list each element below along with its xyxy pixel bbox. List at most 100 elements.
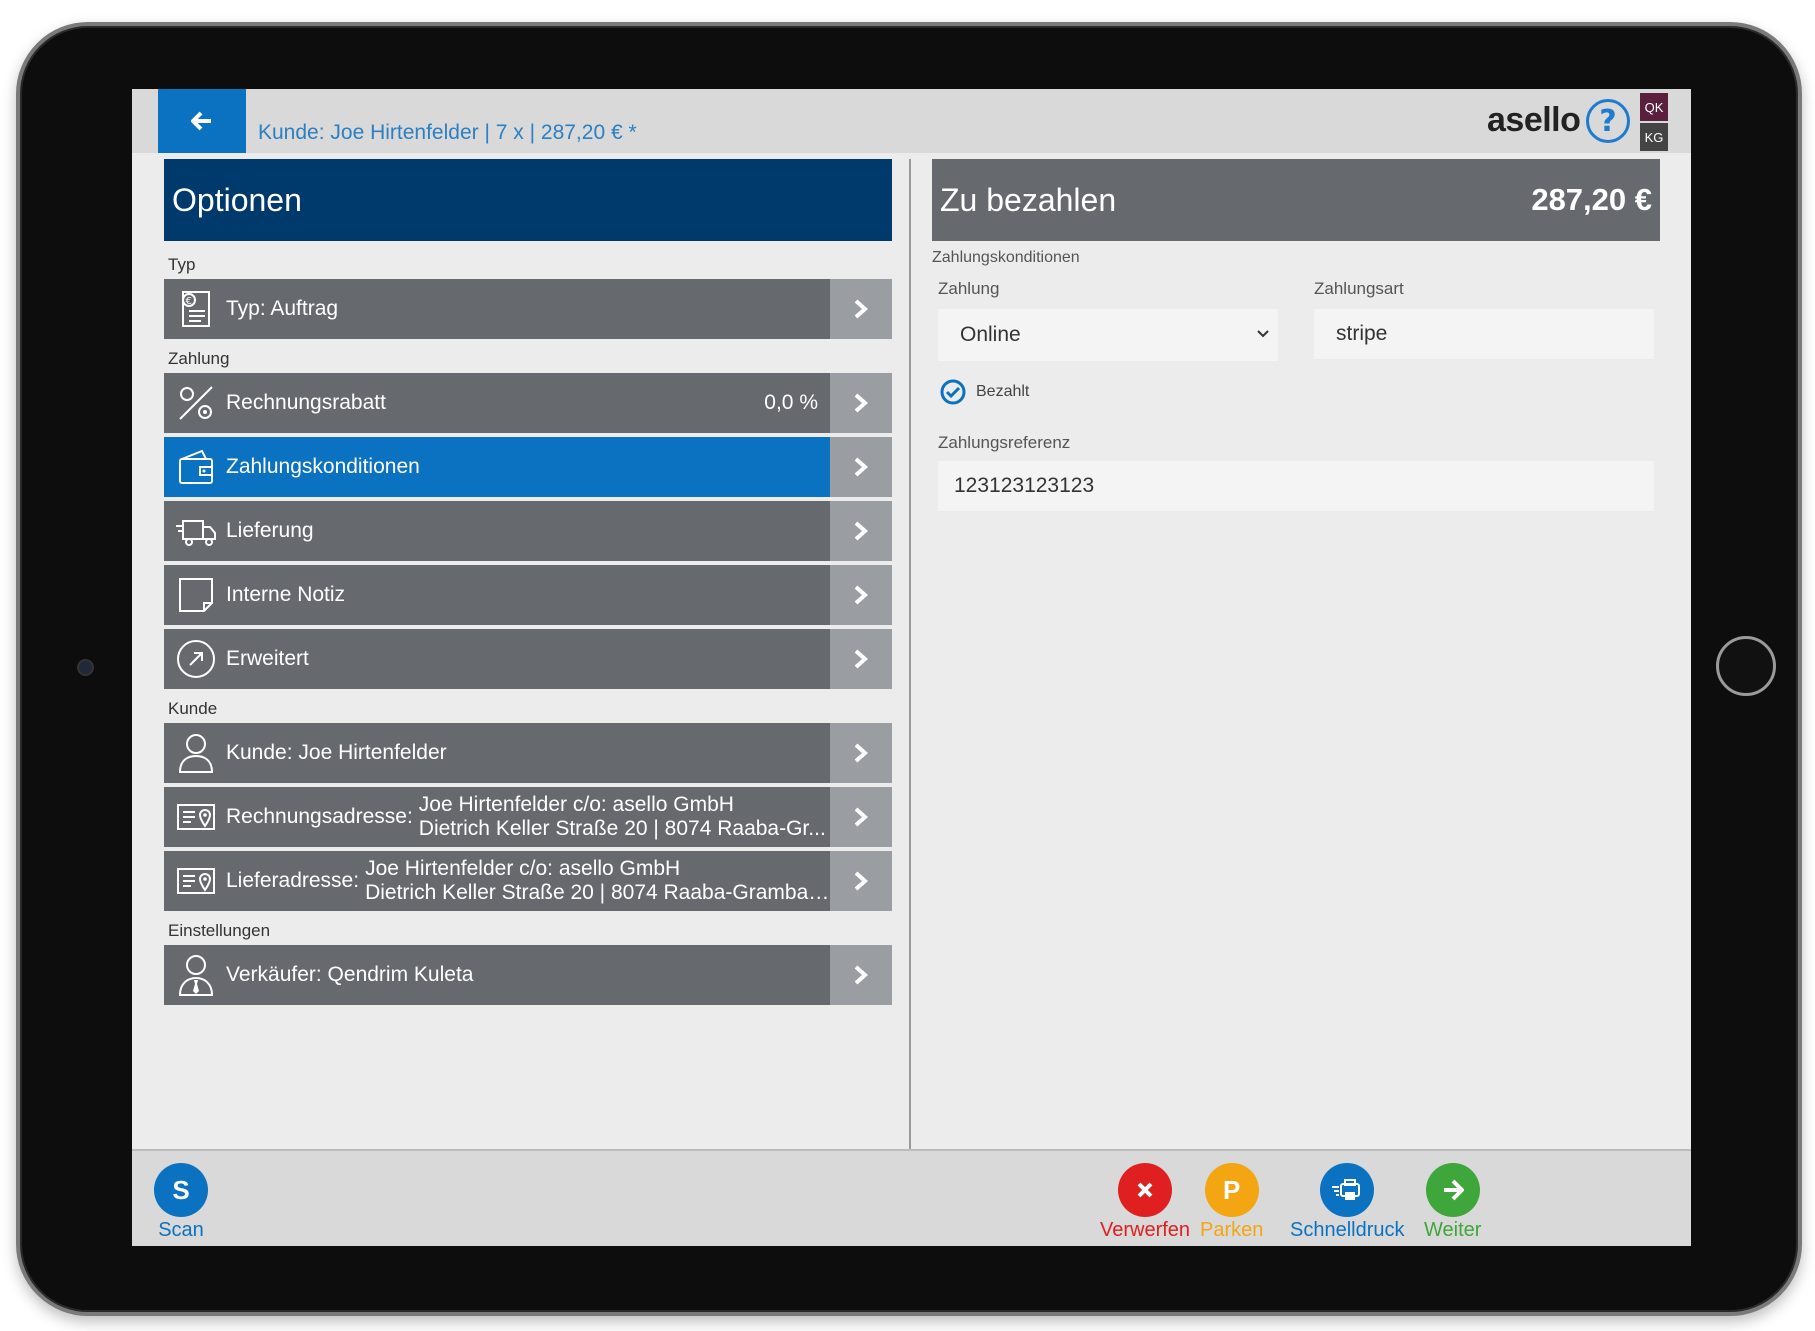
row-lieferung-label: Lieferung xyxy=(226,519,314,542)
user-badge-kg[interactable]: KG xyxy=(1640,123,1668,151)
parken-button[interactable]: P Parken xyxy=(1200,1163,1263,1242)
zahlungsreferenz-input[interactable]: 123123123123 xyxy=(938,461,1654,511)
weiter-label: Weiter xyxy=(1424,1219,1482,1241)
parken-label: Parken xyxy=(1200,1219,1264,1241)
row-erweitert-label: Erweitert xyxy=(226,647,309,670)
row-kunde[interactable]: Kunde: Joe Hirtenfelder xyxy=(164,723,892,783)
row-lieferadresse-label: Lieferadresse: xyxy=(226,869,360,892)
panel-divider xyxy=(909,159,911,1149)
scan-button[interactable]: S Scan xyxy=(154,1163,208,1242)
payment-header: Zu bezahlen 287,20 € xyxy=(932,159,1660,241)
chevron-right-icon xyxy=(830,373,892,433)
chevron-down-icon xyxy=(1257,330,1269,338)
schnelldruck-button[interactable]: Schnelldruck xyxy=(1290,1163,1405,1242)
rechnungsadresse-value: Joe Hirtenfelder c/o: asello GmbH Dietri… xyxy=(419,793,830,841)
row-verkaeufer-label: Verkäufer: Qendrim Kuleta xyxy=(226,963,474,986)
weiter-button[interactable]: Weiter xyxy=(1424,1163,1481,1242)
user-badge-qk[interactable]: QK xyxy=(1640,93,1668,121)
order-summary-title: Kunde: Joe Hirtenfelder | 7 x | 287,20 €… xyxy=(258,121,637,144)
lieferadresse-line1: Joe Hirtenfelder c/o: asello GmbH xyxy=(365,857,681,880)
row-rechnungsadresse-label: Rechnungsadresse: xyxy=(226,805,413,828)
chevron-right-icon xyxy=(830,723,892,783)
arrow-circle-icon xyxy=(168,631,224,687)
chevron-right-icon xyxy=(830,629,892,689)
payment-panel: Zu bezahlen 287,20 € Zahlungskonditionen… xyxy=(932,159,1660,511)
rechnungsadresse-line1: Joe Hirtenfelder c/o: asello GmbH xyxy=(418,793,734,816)
delivery-truck-icon xyxy=(168,503,224,559)
camera xyxy=(77,659,94,676)
row-rechnungsrabatt-label: Rechnungsrabatt xyxy=(226,391,386,414)
bottom-action-bar: S Scan Verwerfen P Parken Schnelldruck W… xyxy=(132,1149,1691,1246)
fast-print-icon xyxy=(1320,1163,1375,1217)
lieferadresse-line2: Dietrich Keller Straße 20 | 8074 Raaba-G… xyxy=(365,881,830,904)
row-interne-notiz-label: Interne Notiz xyxy=(226,583,346,606)
row-typ[interactable]: € Typ: Auftrag xyxy=(164,279,892,339)
row-rechnungsrabatt[interactable]: Rechnungsrabatt 0,0 % xyxy=(164,373,892,433)
section-label-zahlung: Zahlung xyxy=(168,349,230,368)
zahlungsart-label: Zahlungsart xyxy=(1314,279,1404,298)
chevron-right-icon xyxy=(830,279,892,339)
payment-amount: 287,20 € xyxy=(1531,182,1652,217)
address-card-icon xyxy=(168,853,224,909)
invoice-euro-icon: € xyxy=(168,281,224,337)
row-zahlungskonditionen[interactable]: Zahlungskonditionen xyxy=(164,437,892,497)
home-button[interactable] xyxy=(1716,636,1776,696)
row-interne-notiz[interactable]: Interne Notiz xyxy=(164,565,892,625)
wallet-icon xyxy=(168,439,224,495)
chevron-right-icon xyxy=(830,501,892,561)
check-circle-icon xyxy=(940,379,966,405)
lieferadresse-value: Joe Hirtenfelder c/o: asello GmbH Dietri… xyxy=(365,857,830,905)
row-lieferadresse[interactable]: Lieferadresse: Joe Hirtenfelder c/o: ase… xyxy=(164,851,892,911)
rechnungsrabatt-value: 0,0 % xyxy=(764,391,818,414)
arrow-right-icon xyxy=(1425,1163,1480,1217)
row-typ-label: Typ: Auftrag xyxy=(226,297,339,320)
verwerfen-button[interactable]: Verwerfen xyxy=(1100,1163,1190,1242)
address-card-icon xyxy=(168,789,224,845)
chevron-right-icon xyxy=(830,851,892,911)
svg-text:€: € xyxy=(186,296,192,307)
app-screen: Kunde: Joe Hirtenfelder | 7 x | 287,20 €… xyxy=(132,89,1691,1246)
chevron-right-icon xyxy=(830,437,892,497)
row-verkaeufer[interactable]: Verkäufer: Qendrim Kuleta xyxy=(164,945,892,1005)
asello-logo: asello xyxy=(1487,101,1581,139)
zahlung-select[interactable]: Online xyxy=(938,309,1278,361)
payment-title: Zu bezahlen xyxy=(940,181,1117,218)
scan-label: Scan xyxy=(158,1219,204,1241)
schnelldruck-label: Schnelldruck xyxy=(1290,1219,1405,1241)
salesperson-icon xyxy=(168,947,224,1003)
zahlungskonditionen-section-label: Zahlungskonditionen xyxy=(932,249,1080,266)
options-title: Optionen xyxy=(164,159,892,241)
section-label-kunde: Kunde xyxy=(168,699,218,718)
row-erweitert[interactable]: Erweitert xyxy=(164,629,892,689)
verwerfen-label: Verwerfen xyxy=(1100,1219,1191,1241)
scan-icon: S xyxy=(154,1163,208,1217)
row-kunde-label: Kunde: Joe Hirtenfelder xyxy=(226,741,447,764)
user-icon xyxy=(168,725,224,781)
chevron-right-icon xyxy=(830,787,892,847)
zahlungsart-value: stripe xyxy=(1336,322,1388,345)
parking-icon: P xyxy=(1204,1163,1259,1217)
close-icon xyxy=(1118,1163,1173,1217)
arrow-left-icon xyxy=(191,111,211,131)
zahlung-selected-value: Online xyxy=(960,323,1021,346)
bezahlt-checkbox[interactable]: Bezahlt xyxy=(932,379,1660,405)
row-zahlungskonditionen-label: Zahlungskonditionen xyxy=(226,455,420,478)
note-icon xyxy=(168,567,224,623)
chevron-right-icon xyxy=(830,945,892,1005)
chevron-right-icon xyxy=(830,565,892,625)
help-icon[interactable]: ? xyxy=(1586,99,1630,143)
row-rechnungsadresse[interactable]: Rechnungsadresse: Joe Hirtenfelder c/o: … xyxy=(164,787,892,847)
zahlungsart-field[interactable]: stripe xyxy=(1314,309,1654,359)
section-label-einstellungen: Einstellungen xyxy=(168,921,271,940)
zahlungsreferenz-label: Zahlungsreferenz xyxy=(938,433,1071,452)
options-panel: Optionen Typ € Typ: Auftrag Zahlung Rech… xyxy=(164,159,892,1009)
zahlungsreferenz-value: 123123123123 xyxy=(954,474,1095,497)
section-label-typ: Typ xyxy=(168,255,196,274)
back-button[interactable] xyxy=(158,89,246,153)
percent-icon xyxy=(168,375,224,431)
zahlung-label: Zahlung xyxy=(938,279,1000,298)
top-bar: Kunde: Joe Hirtenfelder | 7 x | 287,20 €… xyxy=(132,89,1691,153)
rechnungsadresse-line2: Dietrich Keller Straße 20 | 8074 Raaba-G… xyxy=(418,817,826,840)
bezahlt-label: Bezahlt xyxy=(976,383,1030,400)
row-lieferung[interactable]: Lieferung xyxy=(164,501,892,561)
